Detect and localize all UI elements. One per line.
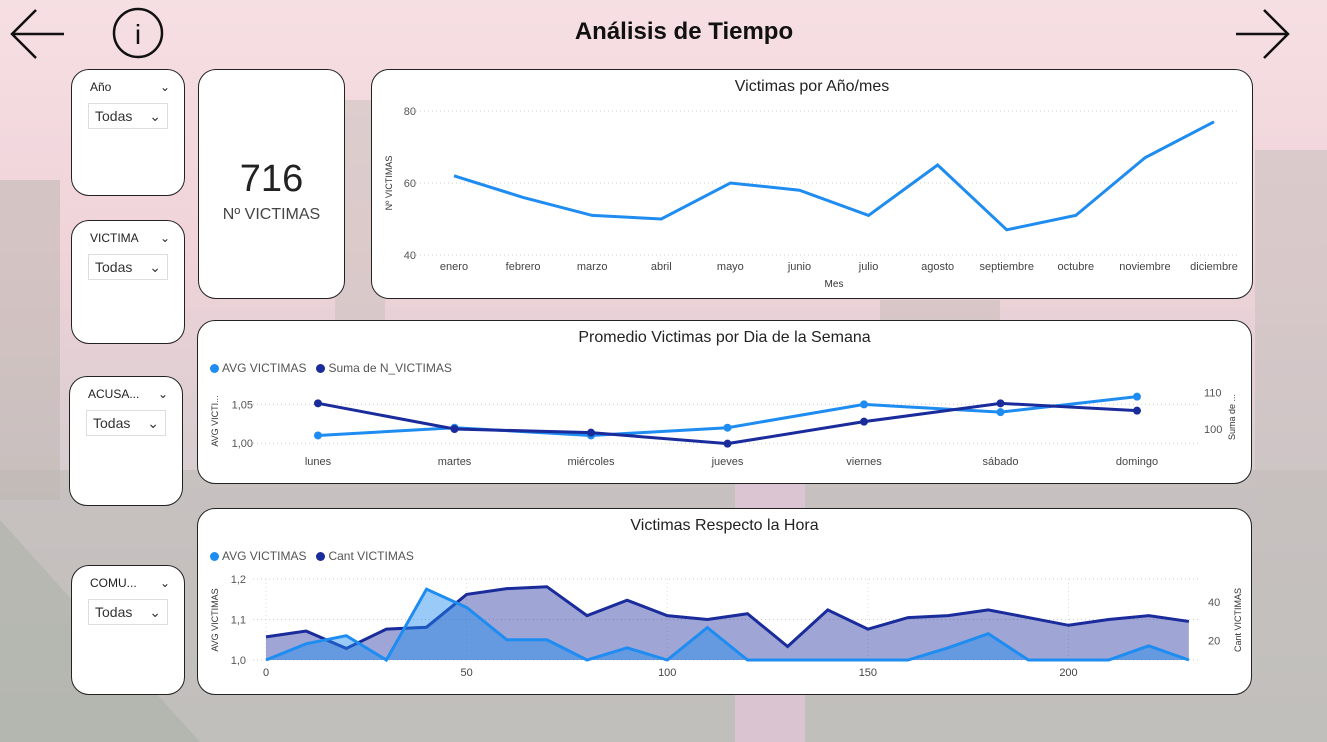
x-tick-label: martes — [438, 456, 472, 468]
y2-axis-label: Cant VICTIMAS — [1233, 588, 1243, 652]
y-tick-label: 1,2 — [231, 574, 246, 586]
y-tick-label: 1,0 — [231, 655, 246, 667]
slicer-title: Año — [90, 80, 112, 94]
y-axis-label: Nº VICTIMAS — [384, 156, 394, 211]
kpi-value: 716 — [239, 158, 304, 200]
slicer-title: VICTIMA — [90, 231, 139, 245]
x-tick-label: 200 — [1059, 667, 1077, 679]
data-point — [723, 423, 732, 432]
x-tick-label: 0 — [263, 667, 269, 679]
page-title: Análisis de Tiempo — [574, 18, 794, 45]
x-tick-label: noviembre — [1119, 261, 1170, 273]
slicer-victima[interactable]: VICTIMA ⌄ Todas ⌄ — [71, 220, 185, 344]
chevron-down-icon[interactable]: ⌄ — [160, 231, 170, 245]
slicer-year[interactable]: Año ⌄ Todas ⌄ — [71, 69, 185, 196]
slicer-title: ACUSA... — [88, 387, 140, 401]
x-tick-label: 50 — [461, 667, 473, 679]
forward-arrow-icon[interactable] — [1232, 4, 1294, 64]
kpi-label: Nº VICTIMAS — [222, 206, 321, 223]
data-point — [1133, 406, 1141, 415]
chevron-down-icon: ⌄ — [149, 258, 161, 275]
slicer-value: Todas — [95, 259, 133, 275]
slicer-title: COMU... — [90, 576, 137, 590]
x-tick-label: abril — [651, 261, 672, 273]
x-tick-label: lunes — [305, 456, 332, 468]
y2-tick-label: 20 — [1208, 636, 1220, 648]
chart-svg[interactable]: 40 60 80 Nº VICTIMAS enero febrero marzo abril m… — [372, 70, 1252, 298]
x-axis-label: Mes — [825, 279, 844, 290]
data-point — [723, 439, 732, 448]
data-point — [1133, 392, 1141, 401]
y-tick-label: 1,05 — [232, 399, 253, 411]
slicer-value: Todas — [95, 604, 133, 620]
chart-svg[interactable]: 1,0 1,1 1,2 20 40 0 50 100 150 200 AVG VICTIMAS Can… — [198, 509, 1251, 694]
chevron-down-icon: ⌄ — [149, 603, 161, 620]
x-tick-label: viernes — [846, 456, 882, 468]
y2-tick-label: 40 — [1208, 597, 1220, 609]
chart-victims-by-weekday: Promedio Victimas por Dia de la Semana A… — [197, 320, 1252, 484]
slicer-dropdown[interactable]: Todas ⌄ — [88, 103, 168, 129]
slicer-dropdown[interactable]: Todas ⌄ — [86, 410, 166, 436]
chevron-down-icon[interactable]: ⌄ — [160, 80, 170, 94]
x-tick-label: 150 — [859, 667, 877, 679]
chart-victims-by-month: Victimas por Año/mes 40 60 80 Nº VICTIMAS en… — [371, 69, 1253, 299]
x-tick-label: octubre — [1057, 261, 1094, 273]
slicer-value: Todas — [93, 415, 131, 431]
y-axis-label: AVG VICTIMAS — [210, 588, 220, 651]
x-tick-label: agosto — [921, 261, 954, 273]
x-tick-label: febrero — [506, 261, 541, 273]
data-point — [860, 417, 868, 426]
y-tick-label: 1,00 — [232, 438, 253, 450]
x-tick-label: enero — [440, 261, 468, 273]
chevron-down-icon: ⌄ — [147, 414, 159, 431]
x-tick-label: julio — [858, 261, 879, 273]
info-icon[interactable]: i — [112, 7, 164, 59]
y2-axis-label: Suma de ... — [1227, 394, 1237, 440]
y-tick-label: 1,1 — [231, 615, 246, 627]
data-point — [314, 399, 322, 408]
slicer-dropdown[interactable]: Todas ⌄ — [88, 254, 168, 280]
chevron-down-icon[interactable]: ⌄ — [160, 576, 170, 590]
data-point — [314, 431, 322, 440]
info-glyph: i — [135, 19, 141, 50]
data-point — [587, 428, 595, 437]
y-tick-label: 80 — [404, 106, 416, 118]
y2-tick-label: 100 — [1204, 424, 1222, 436]
y-tick-label: 40 — [404, 250, 416, 262]
chart-svg[interactable]: 1,00 1,05 100 110 AVG VICTI... Suma de ... lun… — [198, 321, 1251, 483]
y2-tick-label: 110 — [1204, 387, 1222, 399]
y-axis-label: AVG VICTI... — [210, 395, 220, 446]
x-tick-label: diciembre — [1190, 261, 1238, 273]
x-tick-label: mayo — [717, 261, 744, 273]
x-tick-label: marzo — [577, 261, 608, 273]
x-tick-label: miércoles — [567, 456, 615, 468]
x-tick-label: jueves — [711, 456, 744, 468]
slicer-value: Todas — [95, 108, 133, 124]
kpi-card: 716 Nº VICTIMAS — [198, 69, 345, 299]
slicer-dropdown[interactable]: Todas ⌄ — [88, 599, 168, 625]
back-arrow-icon[interactable] — [6, 4, 68, 64]
x-tick-label: domingo — [1116, 456, 1158, 468]
data-point — [450, 425, 459, 433]
x-tick-label: junio — [787, 261, 811, 273]
chart-victims-by-hour: Victimas Respecto la Hora AVG VICTIMAS C… — [197, 508, 1252, 695]
y-tick-label: 60 — [404, 178, 416, 190]
x-tick-label: sábado — [982, 456, 1018, 468]
data-point — [860, 400, 868, 409]
x-tick-label: 100 — [658, 667, 676, 679]
x-tick-label: septiembre — [980, 261, 1034, 273]
data-point — [996, 399, 1005, 408]
series-line — [453, 120, 1215, 232]
data-point — [996, 408, 1005, 417]
chevron-down-icon[interactable]: ⌄ — [158, 387, 168, 401]
slicer-acusado[interactable]: ACUSA... ⌄ Todas ⌄ — [69, 376, 183, 506]
slicer-comuna[interactable]: COMU... ⌄ Todas ⌄ — [71, 565, 185, 695]
chevron-down-icon: ⌄ — [149, 107, 161, 124]
